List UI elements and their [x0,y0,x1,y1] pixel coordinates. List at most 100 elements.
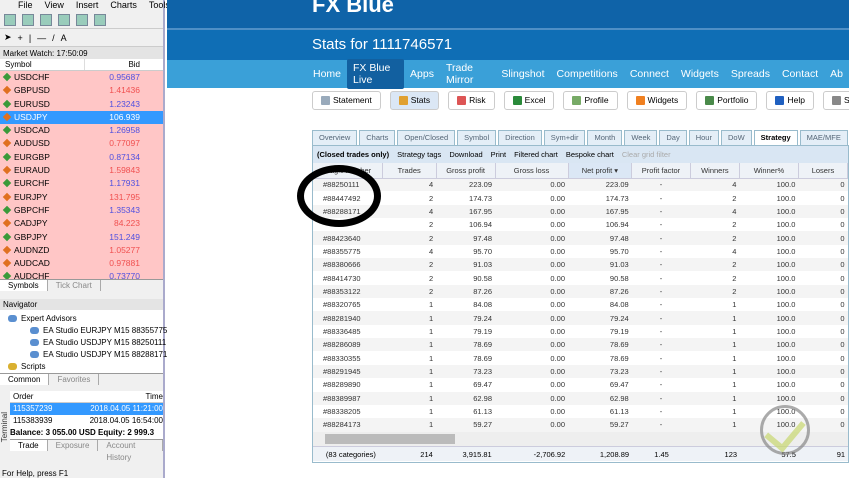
favorites-icon[interactable] [76,13,88,26]
market-watch-row[interactable]: AUDUSD 0.77097 [0,137,163,151]
order-row[interactable]: 115357239 2018.04.05 11:21:00 [10,403,163,415]
print-button[interactable]: Print [491,150,506,159]
bespoke-chart-button[interactable]: Bespoke chart [566,150,614,159]
tab-symbol[interactable]: Symbol [457,130,497,145]
nav-spreads[interactable]: Spreads [725,65,776,83]
nav-apps[interactable]: Apps [404,65,440,83]
text-tool-icon[interactable]: A [61,33,67,43]
nav-competitions[interactable]: Competitions [551,65,624,83]
table-row[interactable]: #88288171 4 167.95 0.00 167.95-4 100.0 0 [313,204,848,219]
navigator-icon[interactable] [94,13,106,26]
column-header[interactable]: Trades [382,163,437,179]
crosshair-tool-icon[interactable]: + [18,33,23,43]
tab-strategy[interactable]: Strategy [753,130,798,145]
nav-contact[interactable]: Contact [776,65,824,83]
table-row[interactable]: #88330355 1 78.69 0.00 78.69 - 1 100.0 0 [313,351,848,364]
table-row[interactable]: #88423640 2 97.48 0.00 97.48-2 100.0 0 [313,231,848,245]
col-symbol[interactable]: Symbol [0,59,85,70]
table-row[interactable]: #88320765 1 84.08 0.00 84.08 - 1 100.0 0 [313,298,848,311]
download-button[interactable]: Download [449,150,482,159]
table-row[interactable]: #88250111 4 223.09 0.00 223.09-4 100.0 0 [313,178,848,192]
stats-button[interactable]: Stats [389,91,440,110]
col-time[interactable]: Time [69,391,163,402]
help-button[interactable]: Help [766,91,814,110]
tab-sym-dir[interactable]: Sym+dir [543,130,586,145]
market-watch-row[interactable]: EURUSD 1.23243 [0,97,163,111]
risk-button[interactable]: Risk [448,91,495,110]
tab-hour[interactable]: Hour [688,130,719,145]
col-bid[interactable]: Bid [85,59,140,70]
nav-scripts[interactable]: Scripts [8,361,163,373]
column-header[interactable]: Net profit ▾ [568,163,633,179]
crosshair-icon[interactable] [58,13,70,26]
market-watch-row[interactable]: EURAUD 1.59843 [0,164,163,178]
nav-widgets[interactable]: Widgets [675,65,725,83]
market-watch-row[interactable]: GBPCHF 1.35343 [0,203,163,218]
table-row[interactable]: #88414730 2 90.58 0.00 90.58 - 2 100.0 0 [313,271,848,284]
profile-button[interactable]: Profile [563,91,618,110]
nav-trade-mirror[interactable]: Trade Mirror [440,59,495,89]
tab-open-closed[interactable]: Open/Closed [397,130,456,145]
market-watch-row[interactable]: GBPUSD 1.41436 [0,84,163,98]
portfolio-button[interactable]: Portfolio [696,91,758,110]
table-row[interactable]: #88291945 1 73.23 0.00 73.23-1 100.0 0 [313,364,848,379]
horizontal-line-icon[interactable]: — [37,33,46,43]
menu-item-insert[interactable]: Insert [76,0,99,11]
strategy-tags-button[interactable]: Strategy tags [397,150,441,159]
market-watch-row[interactable]: AUDCAD 0.97881 [0,257,163,271]
tab-tick-chart[interactable]: Tick Chart [48,280,101,291]
filtered-chart-button[interactable]: Filtered chart [514,150,558,159]
nav-ab[interactable]: Ab [824,65,849,83]
table-row[interactable]: #88336485 1 79.19 0.00 79.19 - 1 100.0 0 [313,325,848,338]
statement-button[interactable]: Statement [312,91,381,110]
tab-account-history[interactable]: Account History [98,440,163,462]
market-watch-row[interactable]: AUDNZD 1.05277 [0,243,163,258]
tab-exposure[interactable]: Exposure [48,440,99,451]
col-order[interactable]: Order [10,391,69,402]
table-row[interactable]: #88389987 1 62.98 0.00 62.98-1 100.0 0 [313,391,848,405]
tab-dow[interactable]: DoW [720,130,752,145]
table-row[interactable]: #88355775 4 95.70 0.00 95.70 - 4 100.0 0 [313,245,848,258]
market-watch-row[interactable]: EURGBP 0.87134 [0,150,163,165]
column-header[interactable]: Profit factor [631,163,691,179]
cursor-icon[interactable]: ➤ [4,32,12,43]
market-watch-row[interactable]: EURJPY 131.795 [0,190,163,204]
profiles-icon[interactable] [22,13,34,26]
tab-mae-mfe[interactable]: MAE/MFE [799,130,848,145]
table-row[interactable]: #88286089 1 78.69 0.00 78.69-1 100.0 0 [313,338,848,352]
menu-item-file[interactable]: File [18,0,33,11]
nav-expert-advisors[interactable]: Expert Advisors [8,313,163,325]
table-row[interactable]: 2 106.94 0.00 106.94 - 2 100.0 0 [313,218,848,231]
tab-month[interactable]: Month [587,130,623,145]
excel-button[interactable]: Excel [503,91,555,110]
tab-week[interactable]: Week [624,130,658,145]
widgets-button[interactable]: Widgets [626,91,688,110]
nav-home[interactable]: Home [307,65,347,83]
menu-item-view[interactable]: View [45,0,64,11]
market-watch-row[interactable]: EURCHF 1.17931 [0,177,163,191]
s-button[interactable]: S [822,91,849,110]
column-header[interactable]: Gross profit [436,163,496,179]
tab-favorites[interactable]: Favorites [49,374,100,385]
nav-connect[interactable]: Connect [624,65,675,83]
table-row[interactable]: #88289890 1 69.47 0.00 69.47 - 1 100.0 0 [313,378,848,391]
column-header[interactable]: Winners [690,163,740,179]
tab-trade[interactable]: Trade [10,440,48,451]
market-watch-row[interactable]: GBPJPY 151.249 [0,230,163,244]
market-watch-row[interactable]: USDCHF 0.95687 [0,71,163,85]
chart-icon[interactable] [40,13,52,26]
market-watch-row[interactable]: USDJPY 106.939 [0,110,163,125]
table-row[interactable]: #88353122 2 87.26 0.00 87.26-2 100.0 0 [313,284,848,299]
tab-charts[interactable]: Charts [359,130,396,145]
nav-fx-blue-live[interactable]: FX Blue Live [347,59,405,89]
table-row[interactable]: #88281940 1 79.24 0.00 79.24-1 100.0 0 [313,311,848,325]
menu-item-charts[interactable]: Charts [110,0,137,11]
tab-common[interactable]: Common [0,374,50,385]
tab-direction[interactable]: Direction [498,130,542,145]
column-header[interactable]: Winner% [739,163,799,179]
tab-overview[interactable]: Overview [312,130,358,145]
column-header[interactable]: Gross loss [495,163,569,179]
nav-slingshot[interactable]: Slingshot [495,65,550,83]
scrollbar-thumb[interactable] [325,433,455,444]
vertical-line-icon[interactable]: | [29,33,31,43]
